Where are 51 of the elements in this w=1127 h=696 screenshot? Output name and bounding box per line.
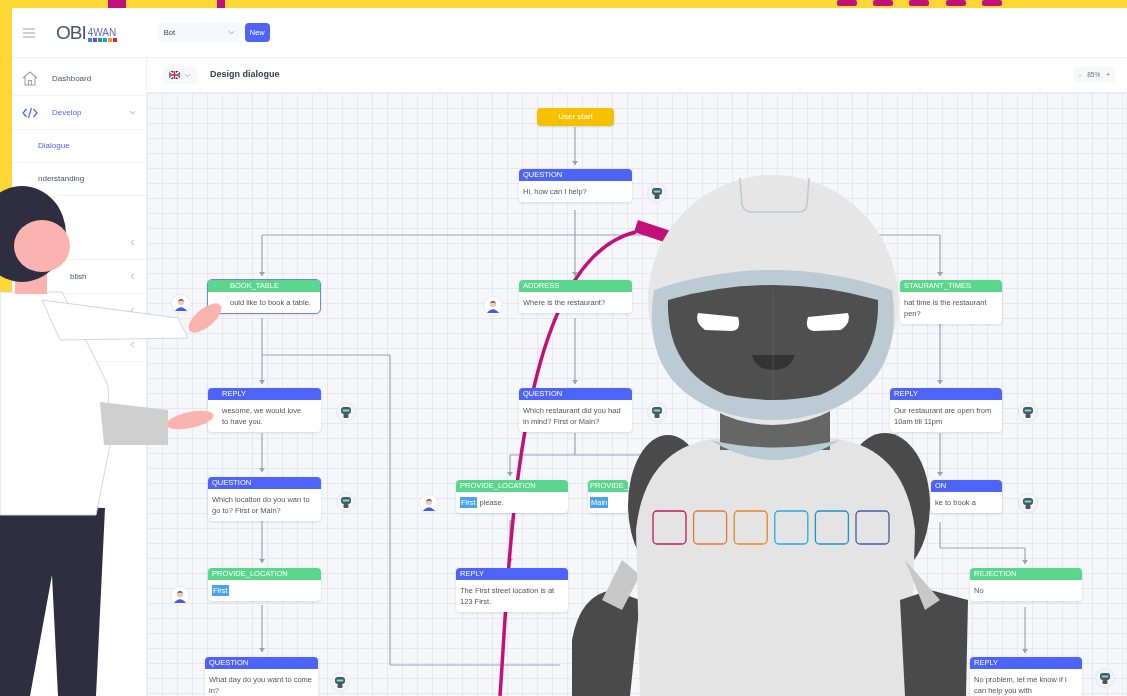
connector-arrow xyxy=(572,234,578,277)
connector-arrow xyxy=(937,432,943,477)
chevron-left-icon xyxy=(129,307,136,314)
person-avatar-icon xyxy=(419,494,439,514)
sidebar-item[interactable]: Develop xyxy=(12,96,146,130)
sidebar-subitem[interactable]: nderstanding xyxy=(38,173,85,185)
menu-icon[interactable] xyxy=(23,27,35,38)
chevron-left-icon xyxy=(129,273,136,280)
connector-arrow xyxy=(259,432,265,473)
chevron-down-icon xyxy=(227,29,235,36)
chevron-left-icon xyxy=(129,341,136,348)
connector-arrow xyxy=(937,321,943,385)
connector-arrow xyxy=(1022,547,1028,565)
logo-text: OBI xyxy=(56,23,86,42)
connector-arrow xyxy=(572,317,578,385)
connector-arrow xyxy=(1022,606,1028,654)
person-avatar-icon xyxy=(170,586,190,606)
sidebar-subitem[interactable]: Dialogue xyxy=(38,140,70,152)
home-icon xyxy=(22,71,38,86)
sidebar-item-toggle[interactable] xyxy=(129,341,136,348)
robot-avatar-icon xyxy=(336,402,356,422)
sidebar-item-label[interactable]: blish xyxy=(70,270,87,283)
robot-avatar-icon xyxy=(647,183,667,203)
robot-avatar-icon xyxy=(1095,668,1115,688)
sidebar-item-toggle[interactable] xyxy=(129,307,136,314)
robot-avatar-icon xyxy=(647,402,667,422)
sidebar-item[interactable]: Dashboard xyxy=(12,62,146,96)
sidebar-item-toggle[interactable] xyxy=(129,273,136,280)
robot-avatar-icon xyxy=(336,492,356,512)
connector-arrow xyxy=(937,234,943,277)
connector-arrow xyxy=(259,604,265,653)
connector-arrow xyxy=(572,127,578,166)
page-title: Design dialogue xyxy=(210,68,280,82)
person-avatar-icon xyxy=(171,294,191,314)
connector-arrow xyxy=(259,234,265,277)
chevron-down-icon xyxy=(129,109,136,116)
chevron-down-icon xyxy=(184,71,191,79)
code-icon xyxy=(22,106,38,119)
connector-arrow xyxy=(507,454,513,477)
flag-icon xyxy=(169,71,180,79)
logo-dots-icon xyxy=(87,38,118,42)
connector-arrow xyxy=(259,317,265,385)
robot-avatar-icon xyxy=(330,672,350,692)
connector-arrow xyxy=(259,519,265,564)
sidebar-item-toggle[interactable] xyxy=(129,239,136,246)
logo-subtext: 4WAN xyxy=(87,28,118,38)
chevron-left-icon xyxy=(129,239,136,246)
language-select[interactable] xyxy=(163,66,197,84)
robot-avatar-icon xyxy=(1018,402,1038,422)
person-avatar-icon xyxy=(483,296,503,316)
robot-avatar-icon xyxy=(1018,493,1038,513)
